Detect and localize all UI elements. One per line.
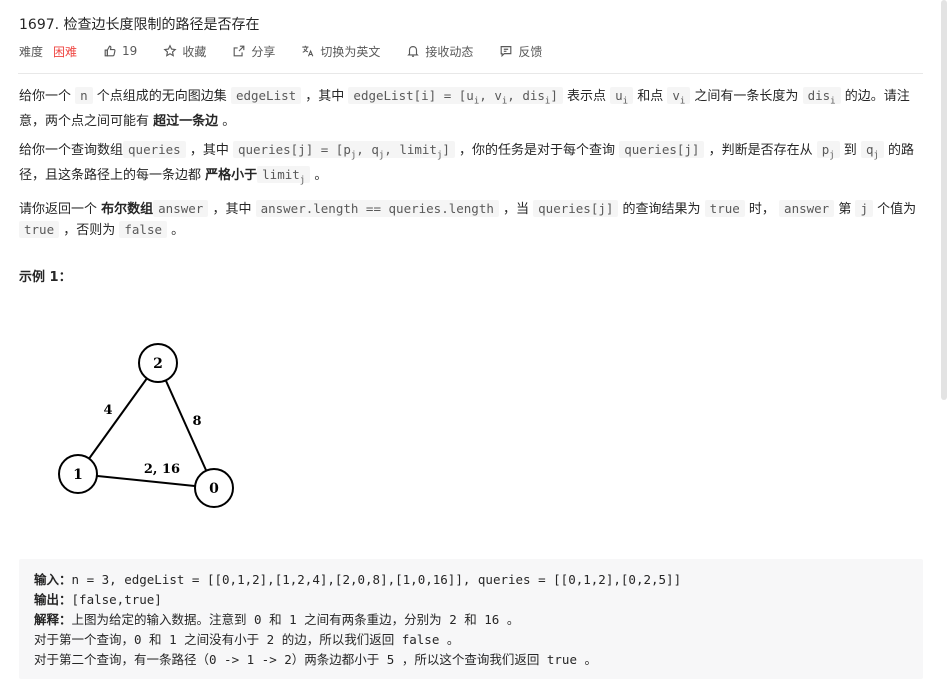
difficulty-label: 难度 [19,44,44,59]
description-paragraph-2: 给你一个查询数组 queries ，其中 queries[j] = [pj, qj… [19,140,915,186]
description-paragraph-1: 给你一个 n 个点组成的无向图边集 edgeList ，其中 edgeList[… [19,87,910,129]
node-label-1: 1 [73,467,83,483]
subscribe-label: 接收动态 [425,44,474,59]
favorite-label: 收藏 [182,44,207,59]
input-value: n = 3, edgeList = [[0,1,2],[1,2,4],[2,0,… [71,572,682,587]
feedback-button[interactable]: 反馈 [499,43,542,60]
share-icon [233,45,245,57]
example-explanation-line-2: 对于第一个查询，0 和 1 之间没有小于 2 的边，所以我们返回 false 。 [34,632,460,647]
example-explanation-line-3: 对于第二个查询，有一条路径（0 -> 1 -> 2）两条边都小于 5 ，所以这个… [34,652,598,667]
description-paragraph-3: 请你返回一个 布尔数组 answer ，其中 answer.length == q… [19,199,917,238]
thumbs-up-icon [104,45,116,57]
example-graph: 2 1 0 4 8 2, 16 [58,343,234,508]
output-value: [false,true] [71,592,162,607]
share-label: 分享 [251,44,276,59]
node-label-2: 2 [153,356,163,372]
problem-description: 给你一个 n 个点组成的无向图边集 edgeList ，其中 edgeList[… [19,86,923,249]
divider [18,73,923,74]
problem-meta-bar: 难度 困难 19 收藏 分享 切换为英文 接收动态 反馈 [19,42,568,60]
edge-label-2-0: 8 [192,414,201,429]
example-input-line: 输入：n = 3, edgeList = [[0,1,2],[1,2,4],[2… [34,569,681,588]
feedback-label: 反馈 [518,44,543,59]
problem-title: 1697. 检查边长度限制的路径是否存在 [19,17,260,33]
example-output-line: 输出：[false,true] [34,589,162,608]
translate-icon [302,45,314,57]
share-button[interactable]: 分享 [232,43,275,60]
switch-language-label: 切换为英文 [320,44,381,59]
favorite-button[interactable]: 收藏 [163,43,206,60]
node-label-0: 0 [209,481,219,497]
example-io-box: 输入：n = 3, edgeList = [[0,1,2],[1,2,4],[2… [19,559,923,679]
example-explanation-line-1: 解释：上图为给定的输入数据。注意到 0 和 1 之间有两条重边，分别为 2 和 … [34,609,519,628]
edge-1-2 [77,362,159,475]
example-title: 示例 1： [19,270,72,285]
message-icon [500,46,512,58]
like-button[interactable]: 19 [103,44,137,58]
bell-icon [407,46,420,57]
subscribe-button[interactable]: 接收动态 [406,43,473,60]
scrollbar[interactable] [941,0,947,400]
edge-label-1-2: 4 [103,403,112,418]
output-label: 输出： [34,592,72,607]
switch-language-button[interactable]: 切换为英文 [301,43,380,60]
edge-label-1-0: 2, 16 [144,462,180,477]
input-label: 输入： [34,572,72,587]
star-icon [163,44,177,57]
difficulty-badge: 困难 [53,44,78,59]
explanation-text-1: 上图为给定的输入数据。注意到 0 和 1 之间有两条重边，分别为 2 和 16 … [71,612,520,627]
explanation-label: 解释： [34,612,72,627]
like-count: 19 [122,44,138,58]
